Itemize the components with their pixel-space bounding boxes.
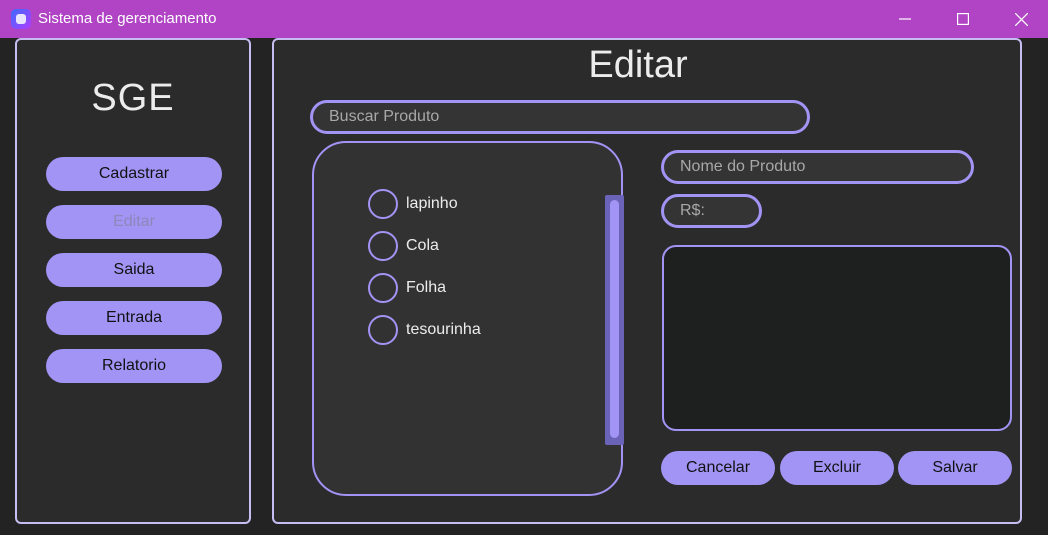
list-item[interactable]: tesourinha <box>368 315 481 345</box>
list-item-label: tesourinha <box>406 321 481 338</box>
radio-button[interactable] <box>368 273 398 303</box>
close-button[interactable] <box>992 0 1048 38</box>
price-input[interactable]: R$: <box>661 194 762 228</box>
radio-button[interactable] <box>368 189 398 219</box>
list-item-label: lapinho <box>406 195 458 212</box>
nav-editar-button: Editar <box>46 205 222 239</box>
sidebar: SGE Cadastrar Editar Saida Entrada Relat… <box>15 38 251 524</box>
price-placeholder: R$: <box>680 202 705 219</box>
description-textarea[interactable] <box>662 245 1012 431</box>
search-placeholder: Buscar Produto <box>329 108 440 125</box>
list-item-label: Cola <box>406 237 439 254</box>
product-name-placeholder: Nome do Produto <box>680 158 806 175</box>
minimize-button[interactable] <box>876 0 934 38</box>
main-panel: Editar Buscar Produto lapinho Cola Folha… <box>272 38 1022 524</box>
list-item[interactable]: lapinho <box>368 189 458 219</box>
product-name-input[interactable]: Nome do Produto <box>661 150 974 184</box>
nav-saida-button[interactable]: Saida <box>46 253 222 287</box>
nav-cadastrar-button[interactable]: Cadastrar <box>46 157 222 191</box>
list-item[interactable]: Cola <box>368 231 439 261</box>
title-bar[interactable]: Sistema de gerenciamento <box>0 0 1048 38</box>
maximize-icon <box>957 13 969 25</box>
delete-button[interactable]: Excluir <box>780 451 894 485</box>
nav-entrada-button[interactable]: Entrada <box>46 301 222 335</box>
close-icon <box>1014 12 1028 26</box>
save-button[interactable]: Salvar <box>898 451 1012 485</box>
list-item-label: Folha <box>406 279 447 296</box>
list-item[interactable]: Folha <box>368 273 446 303</box>
list-scrollbar[interactable] <box>605 195 624 445</box>
nav-relatorio-button[interactable]: Relatorio <box>46 349 222 383</box>
maximize-button[interactable] <box>934 0 992 38</box>
search-product-input[interactable]: Buscar Produto <box>310 100 810 134</box>
page-title: Editar <box>588 44 688 86</box>
window-title: Sistema de gerenciamento <box>38 10 217 27</box>
app-window: Sistema de gerenciamento SGE Cadastrar E… <box>0 0 1048 535</box>
cancel-button[interactable]: Cancelar <box>661 451 775 485</box>
scrollbar-thumb[interactable] <box>610 200 619 438</box>
product-list[interactable]: lapinho Cola Folha tesourinha <box>312 141 624 496</box>
minimize-icon <box>899 18 911 20</box>
radio-button[interactable] <box>368 315 398 345</box>
app-logo: SGE <box>91 77 175 119</box>
app-icon <box>11 9 31 29</box>
radio-button[interactable] <box>368 231 398 261</box>
